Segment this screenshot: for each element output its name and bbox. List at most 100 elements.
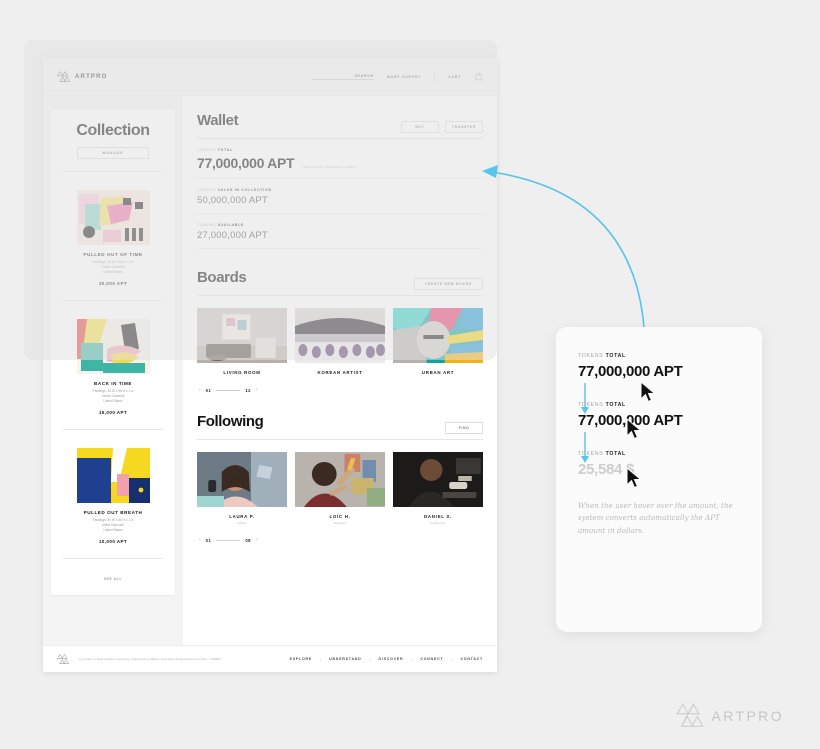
wallet-total-value[interactable]: 77,000,000 APT Hover to see the value in…: [197, 155, 483, 171]
wallet-label: TOKENS TOTAL: [197, 148, 483, 152]
callout-amount: 77,000,000 APT: [578, 363, 683, 380]
cart-link[interactable]: CART: [448, 75, 461, 79]
callout-state-default: TOKENS TOTAL 77,000,000 APT: [578, 353, 740, 414]
pager-current: 01: [205, 387, 212, 393]
manage-collection-button[interactable]: MANAGE: [77, 147, 149, 159]
mouse-cursor-icon: [640, 381, 656, 403]
label-prefix: TOKENS: [578, 451, 606, 457]
collection-title: Collection: [76, 122, 150, 139]
wallet-hover-hint: Hover to see the value in dollars: [302, 165, 356, 169]
pager-line: [216, 539, 241, 541]
artwork-meta: Paintings, 30 W x 36 H x 1 in Jackie Odo…: [61, 389, 165, 404]
wallet-label: TOKENS VALUE IN COLLECTION: [197, 188, 483, 192]
transfer-button[interactable]: TRANSFER: [445, 121, 483, 133]
board-thumbnail: [393, 308, 483, 363]
artwork-price: 30,000 APT: [98, 280, 128, 286]
following-card[interactable]: DANIEL S. Collector: [393, 452, 483, 525]
collection-item[interactable]: PULLED OUT BREATH Paintings, 30 W x 36 H…: [61, 440, 165, 548]
search-input[interactable]: SEARCH: [311, 73, 374, 80]
wallet-header: Wallet BUY TRANSFER: [197, 112, 483, 139]
rule: [197, 295, 483, 296]
person-name: DANIEL S.: [424, 514, 452, 519]
brand-name: ARTPRO: [75, 73, 108, 80]
label-strong: TOTAL: [605, 402, 626, 408]
pager-prev-icon[interactable]: ‹: [199, 387, 201, 393]
find-button[interactable]: FIND: [445, 422, 483, 434]
divider: [63, 557, 163, 559]
collection-item[interactable]: PULLED OUT OF TIME Paintings, 30 W x 36 …: [61, 182, 165, 290]
label-prefix: TOKENS: [197, 148, 218, 152]
artwork-title: PULLED OUT BREATH: [83, 509, 143, 515]
footer-link-explore[interactable]: EXPLORE: [290, 657, 312, 661]
corner-watermark-logo: ARTPRO: [675, 702, 785, 729]
artwork-meta: Paintings, 30 W x 36 H x 1 in Jackie Odo…: [61, 260, 165, 275]
artwork-country: United States: [103, 398, 123, 403]
divider: [63, 171, 163, 172]
board-caption: URBAN ART: [421, 370, 455, 375]
board-card[interactable]: KOREAN ARTIST: [295, 308, 385, 375]
label-strong: VALUE IN COLLECTION: [217, 188, 272, 192]
footer-divider: |: [411, 656, 413, 662]
mouse-cursor-icon: [626, 467, 642, 489]
pager-prev-icon[interactable]: ‹: [199, 537, 201, 543]
person-role: Curator: [333, 521, 347, 525]
wallet-row-collection: TOKENS VALUE IN COLLECTION 50,000,000 AP…: [197, 179, 483, 214]
nav-divider: [434, 72, 436, 81]
artwork-price: 10,000 APT: [98, 538, 128, 544]
artwork-thumbnail: [76, 318, 150, 374]
board-card[interactable]: URBAN ART: [393, 308, 483, 375]
person-role: Collector: [430, 521, 446, 525]
pager-line: [216, 389, 241, 391]
artwork-price: 15,000 APT: [98, 409, 128, 415]
pager-current: 01: [205, 537, 212, 543]
site-logo[interactable]: ARTPRO: [57, 70, 108, 83]
footer-link-discover[interactable]: DISCOVER: [379, 657, 404, 661]
pager-next-icon[interactable]: ›: [256, 387, 258, 393]
callout-state-hover: TOKENS TOTAL 77,000,000 APT: [578, 402, 740, 463]
search-label: SEARCH: [354, 73, 374, 78]
create-new-board-button[interactable]: CREATE NEW BOARD: [413, 278, 483, 290]
person-role: Artist: [237, 521, 247, 525]
person-photo: [295, 452, 385, 507]
wallet-row-available: TOKENS AVAILABLE 27,000,000 APT: [197, 214, 483, 249]
following-title: Following: [197, 413, 264, 430]
artwork-country: United States: [103, 527, 123, 532]
label-prefix: TOKENS: [578, 402, 606, 408]
footer-link-understand[interactable]: UNDERSTAND: [329, 657, 361, 661]
main-column: Wallet BUY TRANSFER TOKENS TOTAL 77,000,…: [183, 96, 497, 645]
following-card[interactable]: LOÏC H. Curator: [295, 452, 385, 525]
collection-item[interactable]: BACK IN TIME Paintings, 30 W x 36 H x 1 …: [61, 311, 165, 419]
pager-total: 12: [245, 387, 252, 393]
buy-button[interactable]: BUY: [401, 121, 439, 133]
annotation-callout-card: TOKENS TOTAL 77,000,000 APT TOKENS TOTAL…: [556, 327, 762, 632]
person-photo: [393, 452, 483, 507]
boards-pager: ‹ 01 12 ›: [197, 387, 483, 393]
corner-logo-text: ARTPRO: [711, 707, 784, 724]
label-prefix: TOKENS: [197, 188, 218, 192]
footer-link-contact[interactable]: CONTACT: [460, 657, 483, 661]
boards-grid: LIVING ROOM KOREAN ARTIST URBAN ART: [197, 308, 483, 375]
following-header: Following FIND: [197, 413, 483, 440]
divider: [63, 428, 163, 430]
board-caption: LIVING ROOM: [223, 370, 261, 375]
callout-label: TOKENS TOTAL: [578, 451, 740, 457]
callout-amount: 77,000,000 APT: [578, 412, 683, 429]
wallet-actions: BUY TRANSFER: [401, 121, 483, 133]
website-mockup-frame: ARTPRO SEARCH MARY DUPONT CART Collectio…: [43, 58, 497, 672]
wallet-available-value: 27,000,000 APT: [197, 230, 268, 241]
board-card[interactable]: LIVING ROOM: [197, 308, 287, 375]
board-thumbnail: [197, 308, 287, 363]
site-header: ARTPRO SEARCH MARY DUPONT CART: [43, 58, 497, 96]
wallet-collection-value: 50,000,000 APT: [197, 195, 268, 206]
wallet-row-total: TOKENS TOTAL 77,000,000 APT Hover to see…: [197, 139, 483, 179]
bag-icon[interactable]: [474, 72, 483, 81]
pager-next-icon[interactable]: ›: [256, 537, 258, 543]
footer-nav: EXPLORE | UNDERSTAND | DISCOVER | CONNEC…: [290, 657, 483, 662]
person-name: LOÏC H.: [329, 514, 351, 519]
board-thumbnail: [295, 308, 385, 363]
see-all-link[interactable]: SEE ALL: [61, 569, 165, 585]
account-link[interactable]: MARY DUPONT: [387, 75, 421, 79]
artwork-country: United States: [103, 269, 123, 274]
footer-link-connect[interactable]: CONNECT: [420, 657, 443, 661]
following-card[interactable]: LAURA P. Artist: [197, 452, 287, 525]
